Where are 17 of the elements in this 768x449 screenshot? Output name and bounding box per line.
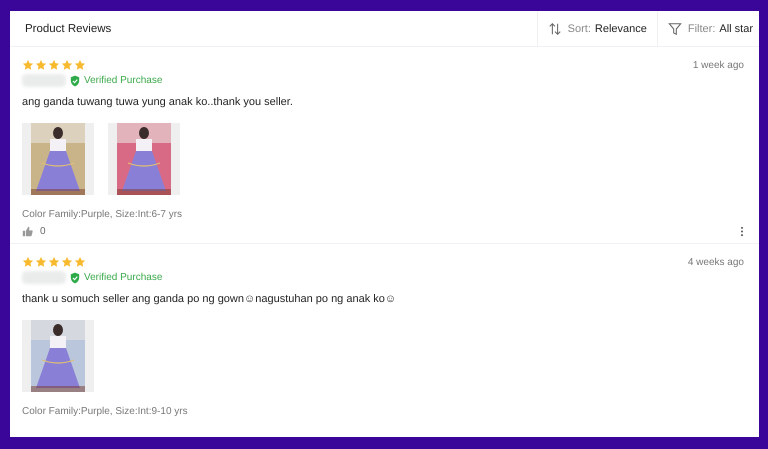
sort-icon (548, 22, 562, 36)
verified-shield-icon (70, 74, 80, 86)
verified-shield-icon (70, 272, 80, 284)
sort-button[interactable]: Sort: Relevance (536, 11, 657, 46)
variant-info: Color Family:Purple, Size:Int:9-10 yrs (22, 406, 189, 417)
review-date: 4 weeks ago (688, 256, 744, 268)
review-text: ang ganda tuwang tuwa yung anak ko..thank you seller. (22, 96, 294, 108)
more-options-icon[interactable] (740, 226, 744, 237)
verified-label: Verified Purchase (84, 272, 162, 283)
filter-icon (668, 22, 682, 36)
filter-button[interactable]: Filter: All star (656, 11, 759, 46)
review-date: 1 week ago (692, 60, 744, 70)
verified-label: Verified Purchase (84, 75, 162, 86)
variant-info: Color Family:Purple, Size:Int:6-7 yrs (22, 209, 184, 220)
review-text: thank u somuch seller ang ganda po ng gown☺nagustuhan po ng anak ko☺ (22, 293, 398, 305)
section-title: Product Reviews (24, 22, 112, 34)
like-button[interactable]: 0 (22, 226, 46, 237)
